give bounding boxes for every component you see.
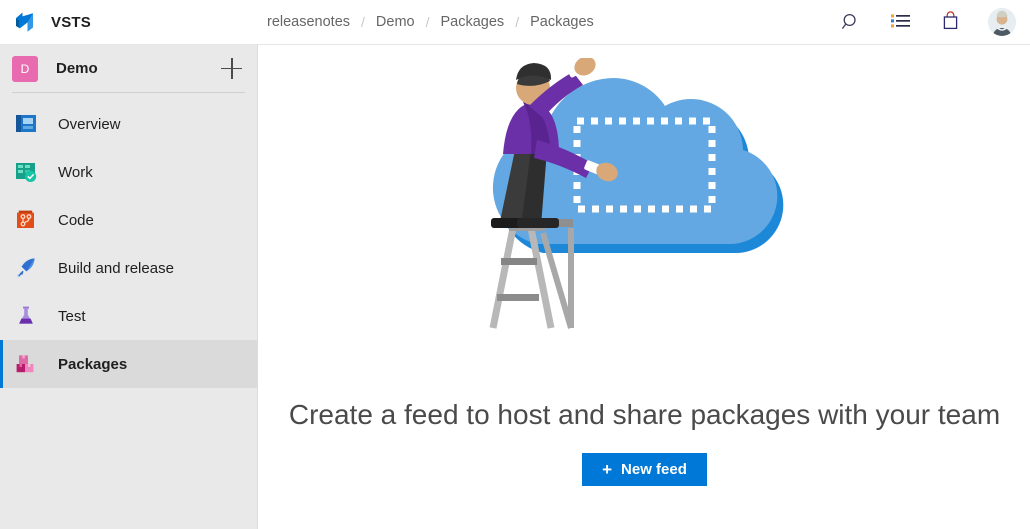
sidebar-item-test[interactable]: Test [0,292,257,340]
breadcrumb: releasenotes / Demo / Packages / Package… [267,14,594,30]
breadcrumb-item-hub[interactable]: Packages [441,14,505,30]
person-drawing-on-cloud-illustration [425,56,865,393]
marketplace-bag-icon[interactable] [938,9,964,35]
brand[interactable]: VSTS [0,0,258,44]
sidebar-item-label: Test [58,307,86,325]
sidebar-nav: Overview Work Code Build and release Tes… [0,100,257,388]
breadcrumb-item-page[interactable]: Packages [530,14,594,30]
test-flask-icon [12,302,40,330]
breadcrumb-separator: / [361,14,365,30]
work-items-icon[interactable] [888,9,914,35]
overview-chart-icon [12,110,40,138]
packages-boxes-icon [12,350,40,378]
project-selector[interactable]: D Demo [0,45,257,92]
add-project-button[interactable] [221,57,243,80]
project-name: Demo [56,60,98,77]
vsts-logo-icon [13,9,39,35]
sidebar: D Demo Overview Work Code Build and rele… [0,45,258,529]
sidebar-item-label: Build and release [58,259,174,277]
user-avatar[interactable] [988,8,1016,36]
breadcrumb-item-organization[interactable]: releasenotes [267,14,350,30]
sidebar-item-work[interactable]: Work [0,148,257,196]
breadcrumb-item-project[interactable]: Demo [376,14,415,30]
main-content: Create a feed to host and share packages… [259,45,1030,529]
plus-icon: + [602,460,613,479]
sidebar-item-label: Packages [58,355,128,373]
sidebar-item-label: Work [58,163,93,181]
rocket-icon [12,254,40,282]
sidebar-item-overview[interactable]: Overview [0,100,257,148]
sidebar-item-code[interactable]: Code [0,196,257,244]
breadcrumb-separator: / [425,14,430,30]
new-feed-button-label: New feed [621,461,687,478]
sidebar-item-label: Overview [58,115,121,133]
work-board-icon [12,158,40,186]
new-feed-button[interactable]: + New feed [582,453,707,486]
search-icon[interactable] [838,9,864,35]
brand-name: VSTS [51,13,91,31]
sidebar-item-packages[interactable]: Packages [0,340,257,388]
header-actions [838,8,1030,36]
sidebar-item-build-and-release[interactable]: Build and release [0,244,257,292]
top-header: VSTS releasenotes / Demo / Packages / Pa… [0,0,1030,45]
page-title: Create a feed to host and share packages… [288,399,1001,430]
code-repo-icon [12,206,40,234]
sidebar-divider [12,92,245,93]
project-avatar: D [12,55,38,82]
breadcrumb-separator: / [515,14,520,30]
sidebar-item-label: Code [58,211,94,229]
